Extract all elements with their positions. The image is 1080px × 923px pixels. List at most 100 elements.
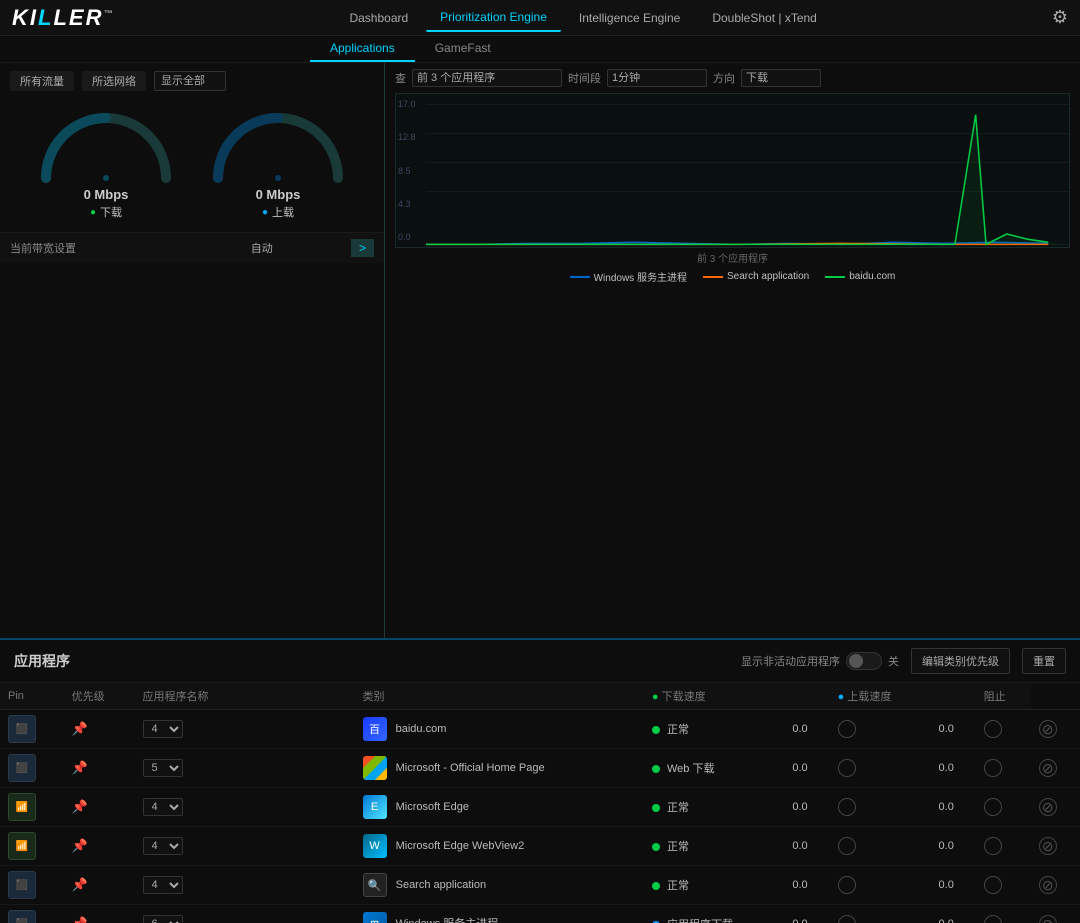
direction-select[interactable]: 下载 bbox=[741, 69, 821, 87]
edit-priority-button[interactable]: 编辑类别优先级 bbox=[911, 648, 1010, 674]
download-direction: ● 下载 bbox=[84, 204, 129, 220]
table-row: 📶 📌 4 E Microsoft Edge 正常 0.0 0.0 ⊘ bbox=[0, 788, 1080, 827]
subtabs-bar: Applications GameFast bbox=[0, 36, 1080, 63]
download-speed: 0 Mbps bbox=[84, 187, 129, 202]
download-circle-button[interactable] bbox=[838, 876, 856, 894]
upload-circle-button[interactable] bbox=[984, 837, 1002, 855]
col-header-name: 应用程序名称 bbox=[135, 683, 355, 710]
upload-circle-button[interactable] bbox=[984, 876, 1002, 894]
priority-select[interactable]: 4 bbox=[143, 720, 183, 738]
upload-circle-button[interactable] bbox=[984, 720, 1002, 738]
cell-priority: 4 bbox=[135, 710, 355, 749]
cell-priority: 5 bbox=[135, 749, 355, 788]
block-button[interactable]: ⊘ bbox=[1039, 876, 1057, 894]
upload-circle-button[interactable] bbox=[984, 798, 1002, 816]
chart-area: 17.0 12.8 8.5 4.3 0.0 bbox=[395, 93, 1070, 248]
app-name: Microsoft Edge WebView2 bbox=[396, 840, 525, 852]
all-traffic-label: 所有流量 bbox=[10, 71, 74, 91]
cell-upload-circle bbox=[976, 749, 1031, 788]
pin-icon[interactable]: 📌 bbox=[72, 877, 88, 892]
table-scroll[interactable]: Pin 优先级 应用程序名称 类别 ● 下载速度 ● 上载速度 阻止 bbox=[0, 683, 1080, 923]
cell-download-speed: 0.0 bbox=[784, 749, 829, 788]
pin-icon[interactable]: 📌 bbox=[72, 799, 88, 814]
nav-doubleshot[interactable]: DoubleShot | xTend bbox=[698, 5, 831, 31]
legend-windows: Windows 服务主进程 bbox=[570, 269, 687, 284]
cell-block: ⊘ bbox=[1031, 749, 1080, 788]
app-name: baidu.com bbox=[396, 723, 447, 735]
gauges-row: 0 Mbps ● 下载 0 Mbps bbox=[10, 95, 374, 228]
block-button[interactable]: ⊘ bbox=[1039, 915, 1057, 923]
cell-download-circle bbox=[830, 827, 931, 866]
cell-upload-speed: 0.0 bbox=[931, 710, 976, 749]
block-button[interactable]: ⊘ bbox=[1039, 759, 1057, 777]
nav-dashboard[interactable]: Dashboard bbox=[335, 5, 422, 31]
toggle-switch[interactable] bbox=[846, 652, 882, 670]
cell-network-icon: ⬛ bbox=[0, 710, 64, 749]
cell-block: ⊘ bbox=[1031, 788, 1080, 827]
cell-download-circle bbox=[830, 866, 931, 905]
cell-upload-speed: 0.0 bbox=[931, 827, 976, 866]
gauges-area: 所有流量 所选网络 显示全部 bbox=[0, 63, 384, 232]
time-select[interactable]: 1分钟 bbox=[607, 69, 707, 87]
col-header-pin: Pin bbox=[0, 683, 64, 710]
download-circle-button[interactable] bbox=[838, 798, 856, 816]
cell-network-icon: 📶 bbox=[0, 788, 64, 827]
priority-select[interactable]: 4 bbox=[143, 837, 183, 855]
upload-circle-button[interactable] bbox=[984, 915, 1002, 923]
priority-select[interactable]: 6 bbox=[143, 915, 183, 923]
col-header-block: 阻止 bbox=[976, 683, 1031, 710]
settings-icon[interactable]: ⚙ bbox=[1052, 7, 1068, 28]
block-button[interactable]: ⊘ bbox=[1039, 798, 1057, 816]
pin-icon[interactable]: 📌 bbox=[72, 721, 88, 736]
nav-intelligence[interactable]: Intelligence Engine bbox=[565, 5, 694, 31]
table-row: 📶 📌 4 W Microsoft Edge WebView2 正常 0.0 0… bbox=[0, 827, 1080, 866]
download-circle-button[interactable] bbox=[838, 915, 856, 923]
chart-panel: 查 前 3 个应用程序 时间段 1分钟 方向 下载 17.0 12.8 8.5 … bbox=[385, 63, 1080, 638]
table-row: ⬛ 📌 4 🔍 Search application 正常 0.0 0.0 ⊘ bbox=[0, 866, 1080, 905]
cell-name: W Microsoft Edge WebView2 bbox=[355, 827, 644, 866]
cell-upload-speed: 0.0 bbox=[931, 866, 976, 905]
upload-gauge: 0 Mbps ● 上载 bbox=[198, 103, 358, 220]
chart-y-labels: 17.0 12.8 8.5 4.3 0.0 bbox=[398, 99, 416, 242]
priority-select[interactable]: 4 bbox=[143, 876, 183, 894]
cell-upload-speed: 0.0 bbox=[931, 905, 976, 923]
table-header-row: Pin 优先级 应用程序名称 类别 ● 下载速度 ● 上载速度 阻止 bbox=[0, 683, 1080, 710]
cell-priority: 4 bbox=[135, 827, 355, 866]
cell-upload-speed: 0.0 bbox=[931, 749, 976, 788]
cell-block: ⊘ bbox=[1031, 866, 1080, 905]
table-row: ⬛ 📌 5 Microsoft - Official Home Page Web… bbox=[0, 749, 1080, 788]
block-button[interactable]: ⊘ bbox=[1039, 720, 1057, 738]
cell-pin: 📌 bbox=[64, 710, 135, 749]
download-circle-button[interactable] bbox=[838, 759, 856, 777]
upload-circle-button[interactable] bbox=[984, 759, 1002, 777]
reset-button[interactable]: 重置 bbox=[1022, 648, 1066, 674]
cell-category: 正常 bbox=[644, 788, 784, 827]
cell-name: Microsoft - Official Home Page bbox=[355, 749, 644, 788]
section-title: 应用程序 bbox=[14, 651, 729, 671]
cell-upload-circle bbox=[976, 710, 1031, 749]
download-dot: ● bbox=[90, 207, 96, 218]
pin-icon[interactable]: 📌 bbox=[72, 838, 88, 853]
app-name: Microsoft - Official Home Page bbox=[396, 762, 545, 774]
priority-select[interactable]: 5 bbox=[143, 759, 183, 777]
cell-download-speed: 0.0 bbox=[784, 827, 829, 866]
network-dropdown[interactable]: 显示全部 bbox=[154, 71, 226, 91]
cell-download-speed: 0.0 bbox=[784, 866, 829, 905]
bandwidth-arrow-button[interactable]: > bbox=[351, 239, 374, 257]
block-button[interactable]: ⊘ bbox=[1039, 837, 1057, 855]
top-apps-select[interactable]: 前 3 个应用程序 bbox=[412, 69, 562, 87]
cell-network-icon: ⬛ bbox=[0, 749, 64, 788]
download-circle-button[interactable] bbox=[838, 837, 856, 855]
subtab-applications[interactable]: Applications bbox=[310, 36, 415, 62]
priority-select[interactable]: 4 bbox=[143, 798, 183, 816]
chart-legend: Windows 服务主进程 Search application baidu.c… bbox=[395, 269, 1070, 284]
chart-controls: 查 前 3 个应用程序 时间段 1分钟 方向 下载 bbox=[395, 69, 1070, 87]
download-circle-button[interactable] bbox=[838, 720, 856, 738]
pin-icon[interactable]: 📌 bbox=[72, 916, 88, 923]
legend-orange-line bbox=[703, 276, 723, 278]
subtab-gamefast[interactable]: GameFast bbox=[415, 36, 511, 62]
col-header-empty1 bbox=[784, 683, 829, 710]
toggle-container: 显示非活动应用程序 关 bbox=[741, 652, 899, 670]
pin-icon[interactable]: 📌 bbox=[72, 760, 88, 775]
nav-prioritization[interactable]: Prioritization Engine bbox=[426, 4, 561, 32]
